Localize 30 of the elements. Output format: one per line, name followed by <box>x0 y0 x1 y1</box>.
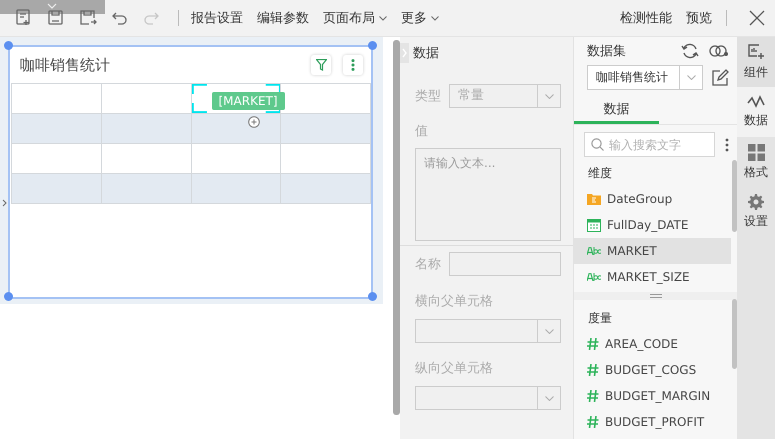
field-item[interactable]: BUDGET_COGS <box>574 357 731 383</box>
section-title: 维度 <box>587 165 613 182</box>
menu-item[interactable]: 更多 <box>401 9 439 27</box>
field-item[interactable]: BUDGET_PROFIT <box>574 409 731 435</box>
field-item[interactable]: DateGroup <box>574 186 731 212</box>
menu-item[interactable]: 页面布局 <box>323 9 387 27</box>
menu-item[interactable]: 预览 <box>686 9 712 27</box>
search-field[interactable]: 输入搜索文字 <box>584 132 716 157</box>
menu-item[interactable]: 检测性能 <box>620 9 672 27</box>
field-item[interactable]: MARKET_SIZE <box>574 264 731 290</box>
field-item[interactable]: MARKET <box>574 238 731 264</box>
field-item[interactable]: BUDGET_MARGIN <box>574 383 731 409</box>
field-label: 类型 <box>415 88 441 105</box>
field-item[interactable]: AREA_CODE <box>574 331 731 357</box>
dataset-dropdown[interactable]: 咖啡销售统计 <box>587 65 704 90</box>
side-tab[interactable]: 组件 <box>737 37 775 87</box>
section-title: 度量 <box>587 310 613 327</box>
side-tab[interactable]: 数据 <box>737 87 775 137</box>
menu-item[interactable]: 编辑参数 <box>257 9 309 27</box>
dataset-label: 数据集 <box>587 43 627 60</box>
field-label: 名称 <box>415 256 441 273</box>
menu-item[interactable]: 报告设置 <box>191 9 243 27</box>
data-tab[interactable]: 数据 <box>574 96 659 124</box>
field-label: 纵向父单元格 <box>415 360 493 377</box>
field-item[interactable]: FullDay_DATE <box>574 212 731 238</box>
panel-title: 数据 <box>413 45 439 62</box>
field-label: 值 <box>415 123 428 140</box>
field-label: 横向父单元格 <box>415 293 493 310</box>
table-widget[interactable]: 咖啡销售统计 [MARKET] <box>8 45 373 299</box>
widget-title: 咖啡销售统计 <box>20 56 111 74</box>
